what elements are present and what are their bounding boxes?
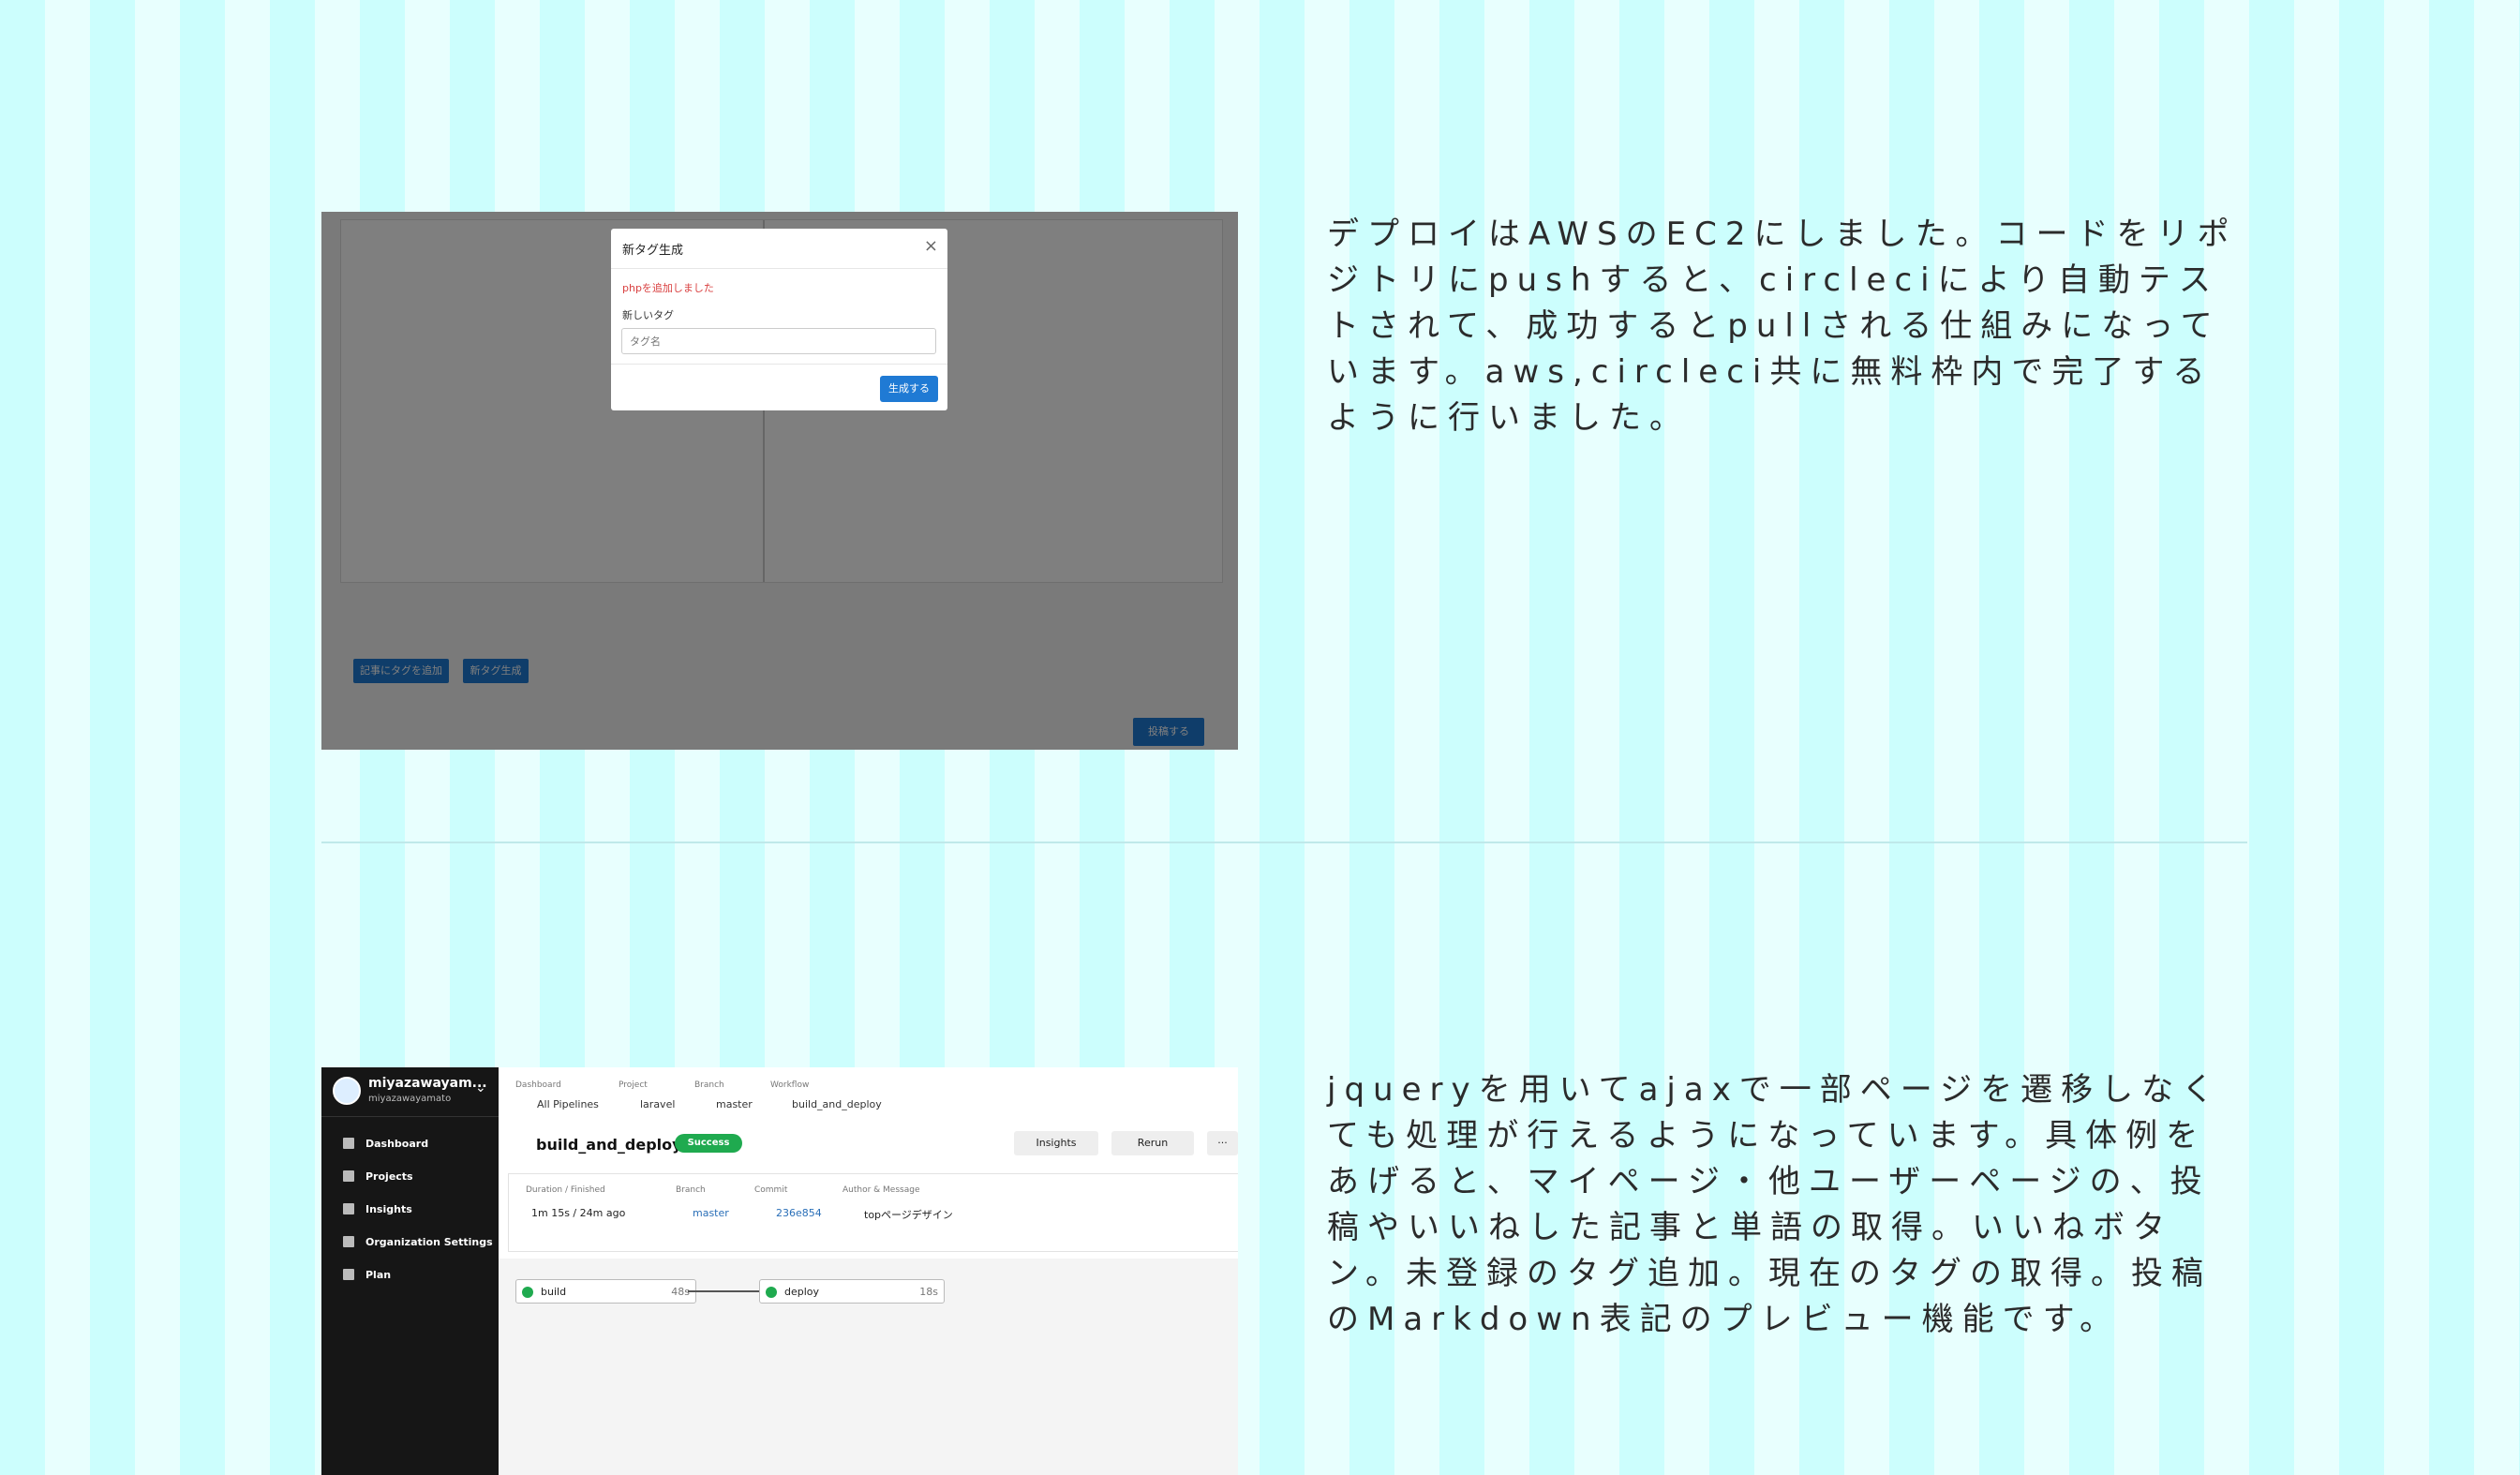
pipeline-main: Dashboard Project Branch Workflow All Pi…: [499, 1067, 1238, 1475]
sidebar-item-label: Dashboard: [365, 1138, 429, 1150]
chevron-down-icon[interactable]: ⌄: [475, 1080, 486, 1095]
author-label: Author & Message: [842, 1185, 920, 1195]
breadcrumb-project[interactable]: laravel: [640, 1098, 675, 1110]
commit-link[interactable]: 236e854: [776, 1207, 822, 1219]
success-message: phpを追加しました: [622, 282, 714, 294]
sidebar-item-projects[interactable]: Projects: [343, 1170, 413, 1183]
job-deploy[interactable]: deploy 18s: [759, 1279, 945, 1304]
create-tag-button[interactable]: 生成する: [880, 376, 938, 402]
duration-value: 1m 15s / 24m ago: [531, 1207, 626, 1219]
status-badge: Success: [675, 1134, 742, 1153]
duration-label: Duration / Finished: [526, 1185, 605, 1195]
sidebar-item-label: Projects: [365, 1170, 413, 1183]
workflow-info-panel: Duration / Finished Branch Commit Author…: [508, 1173, 1238, 1252]
close-icon[interactable]: ×: [924, 237, 938, 256]
commit-label: Commit: [754, 1185, 788, 1195]
projects-icon: [343, 1170, 354, 1182]
section-divider: [321, 842, 2247, 843]
breadcrumb-label-workflow: Workflow: [770, 1080, 810, 1090]
screenshot-tag-modal: 記事にタグを追加 新タグ生成 投稿する 新タグ生成 × phpを追加しました 新…: [321, 212, 1238, 750]
more-options-button[interactable]: ···: [1207, 1131, 1238, 1155]
sidebar-item-label: Organization Settings: [365, 1236, 493, 1248]
breadcrumb-workflow[interactable]: build_and_deploy: [792, 1098, 882, 1110]
sidebar-item-dashboard[interactable]: Dashboard: [343, 1138, 428, 1150]
success-icon: [766, 1287, 777, 1298]
job-connector: [688, 1290, 759, 1292]
breadcrumb-label-branch: Branch: [694, 1080, 724, 1090]
rerun-button[interactable]: Rerun: [1111, 1131, 1194, 1155]
sidebar-item-label: Plan: [365, 1269, 392, 1281]
success-icon: [522, 1287, 533, 1298]
breadcrumb-branch[interactable]: master: [716, 1098, 753, 1110]
tag-name-input[interactable]: [621, 328, 936, 354]
workflow-title: build_and_deploy: [536, 1136, 682, 1154]
job-build[interactable]: build 48s: [515, 1279, 696, 1304]
modal-footer-divider: [611, 364, 947, 365]
org-username: miyazawayamato: [368, 1094, 452, 1104]
workflow-graph: build 48s deploy 18s: [499, 1259, 1238, 1475]
job-name: deploy: [784, 1286, 820, 1298]
org-avatar[interactable]: [333, 1077, 361, 1105]
org-name[interactable]: miyazawayam...: [368, 1076, 487, 1091]
job-name: build: [541, 1286, 567, 1298]
sidebar-item-label: Insights: [365, 1203, 412, 1215]
screenshot-circleci-pipeline: miyazawayam... miyazawayamato ⌄ Dashboar…: [321, 1067, 1238, 1475]
section-1-description: デプロイはAWSのEC2にしました。コードをリポジトリにpushすると、circ…: [1327, 216, 2238, 437]
sidebar-item-organization-settings[interactable]: Organization Settings: [343, 1236, 493, 1248]
sidebar: miyazawayam... miyazawayamato ⌄ Dashboar…: [321, 1067, 499, 1475]
modal-title: 新タグ生成: [622, 244, 684, 258]
breadcrumb-label-project: Project: [619, 1080, 648, 1090]
branch-link[interactable]: master: [693, 1207, 729, 1219]
gear-icon: [343, 1236, 354, 1247]
tag-field-label: 新しいタグ: [622, 309, 674, 321]
new-tag-modal: 新タグ生成 × phpを追加しました 新しいタグ 生成する: [611, 229, 947, 410]
plan-icon: [343, 1269, 354, 1280]
sidebar-item-insights[interactable]: Insights: [343, 1203, 412, 1215]
dashboard-icon: [343, 1138, 354, 1149]
sidebar-divider: [321, 1116, 499, 1117]
insights-button[interactable]: Insights: [1014, 1131, 1098, 1155]
section-2-description: jqueryを用いてajaxで一部ページを遷移しなくても処理が行えるようになって…: [1327, 1071, 2223, 1338]
job-duration: 48s: [671, 1286, 690, 1298]
breadcrumb-label-dashboard: Dashboard: [515, 1080, 561, 1090]
insights-icon: [343, 1203, 354, 1214]
commit-message: topページデザイン: [864, 1209, 953, 1221]
sidebar-item-plan[interactable]: Plan: [343, 1269, 391, 1281]
job-duration: 18s: [919, 1286, 938, 1298]
breadcrumb-all-pipelines[interactable]: All Pipelines: [537, 1098, 599, 1110]
branch-label: Branch: [676, 1185, 706, 1195]
